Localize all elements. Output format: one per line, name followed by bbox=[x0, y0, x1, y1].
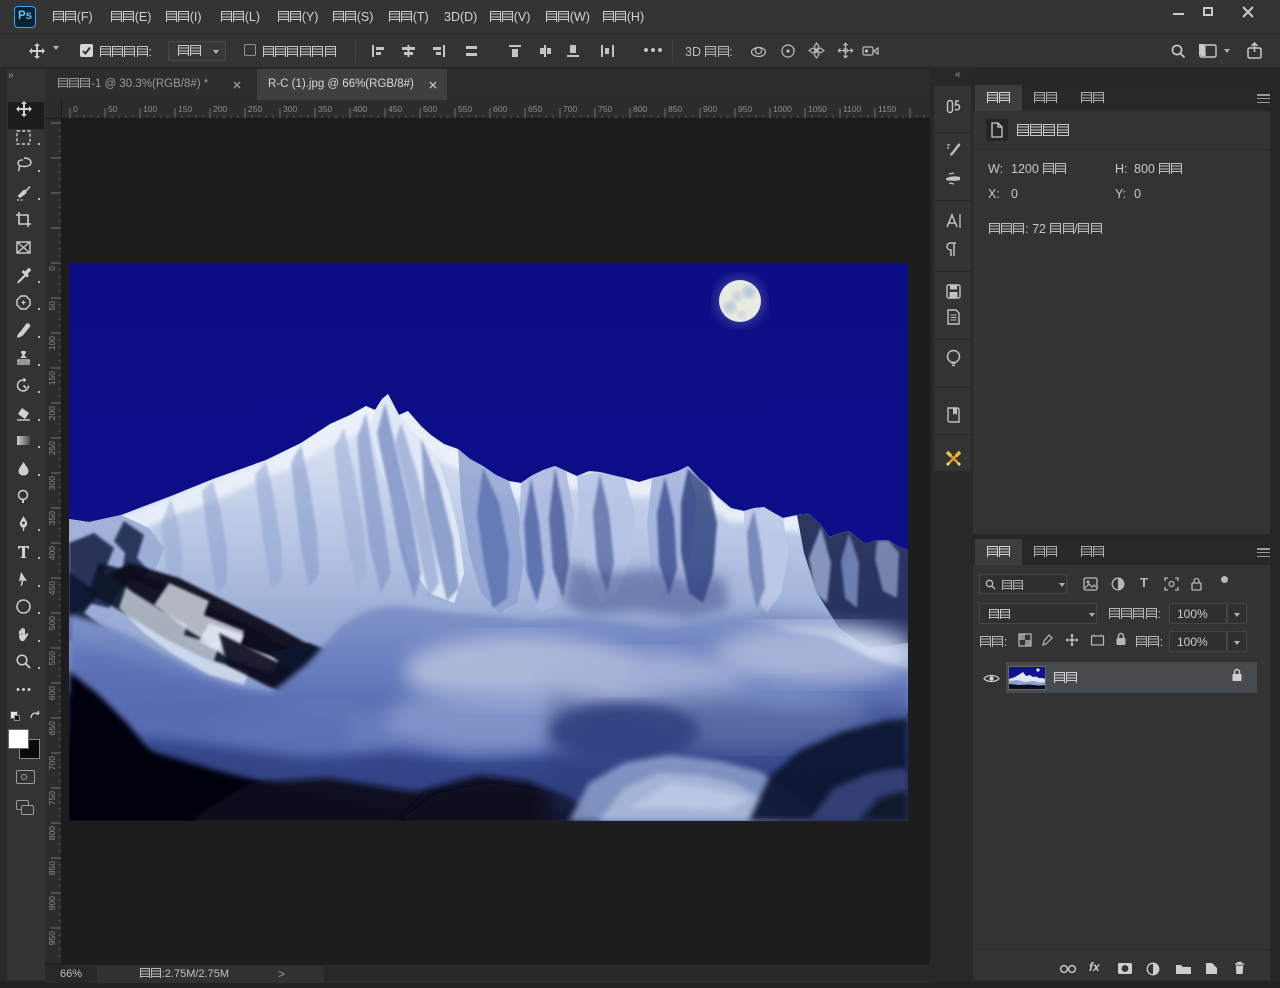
svg-text:800: 800 bbox=[47, 826, 57, 840]
svg-text:950: 950 bbox=[738, 104, 752, 114]
svg-text:850: 850 bbox=[47, 861, 57, 875]
svg-text:250: 250 bbox=[248, 104, 262, 114]
svg-text:700: 700 bbox=[563, 104, 577, 114]
svg-text:450: 450 bbox=[47, 581, 57, 595]
svg-text:750: 750 bbox=[598, 104, 612, 114]
svg-text:150: 150 bbox=[47, 371, 57, 385]
svg-text:650: 650 bbox=[47, 721, 57, 735]
svg-text:550: 550 bbox=[47, 651, 57, 665]
svg-text:350: 350 bbox=[318, 104, 332, 114]
svg-text:250: 250 bbox=[47, 441, 57, 455]
svg-text:950: 950 bbox=[47, 931, 57, 945]
svg-text:700: 700 bbox=[47, 756, 57, 770]
svg-text:400: 400 bbox=[47, 546, 57, 560]
svg-text:200: 200 bbox=[213, 104, 227, 114]
svg-text:900: 900 bbox=[47, 896, 57, 910]
svg-text:400: 400 bbox=[353, 104, 367, 114]
svg-text:900: 900 bbox=[703, 104, 717, 114]
svg-text:850: 850 bbox=[668, 104, 682, 114]
svg-text:1050: 1050 bbox=[808, 104, 827, 114]
svg-text:1100: 1100 bbox=[843, 104, 862, 114]
svg-text:1150: 1150 bbox=[878, 104, 897, 114]
svg-text:650: 650 bbox=[528, 104, 542, 114]
svg-text:300: 300 bbox=[283, 104, 297, 114]
svg-text:100: 100 bbox=[47, 336, 57, 350]
svg-text:750: 750 bbox=[47, 791, 57, 805]
svg-text:50: 50 bbox=[108, 104, 118, 114]
svg-text:500: 500 bbox=[47, 616, 57, 630]
svg-text:200: 200 bbox=[47, 406, 57, 420]
svg-text:0: 0 bbox=[47, 266, 57, 271]
svg-text:150: 150 bbox=[178, 104, 192, 114]
svg-text:300: 300 bbox=[47, 476, 57, 490]
svg-text:0: 0 bbox=[73, 104, 78, 114]
svg-text:350: 350 bbox=[47, 511, 57, 525]
svg-text:450: 450 bbox=[388, 104, 402, 114]
svg-text:600: 600 bbox=[493, 104, 507, 114]
svg-text:1000: 1000 bbox=[773, 104, 792, 114]
svg-text:500: 500 bbox=[423, 104, 437, 114]
svg-text:550: 550 bbox=[458, 104, 472, 114]
svg-text:100: 100 bbox=[143, 104, 157, 114]
svg-text:50: 50 bbox=[47, 301, 57, 311]
svg-text:600: 600 bbox=[47, 686, 57, 700]
svg-text:800: 800 bbox=[633, 104, 647, 114]
